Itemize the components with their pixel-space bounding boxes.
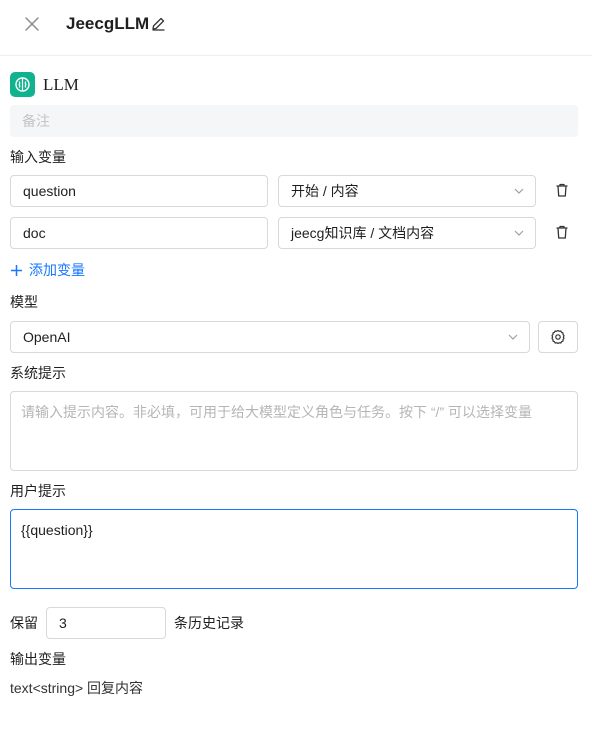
- model-label: 模型: [10, 294, 38, 310]
- input-vars-label: 输入变量: [10, 149, 66, 165]
- brain-icon: [10, 72, 35, 97]
- close-icon[interactable]: [22, 14, 42, 34]
- user-prompt-label: 用户提示: [10, 483, 66, 499]
- node-name-title: JeecgLLM: [66, 14, 150, 33]
- var-source-value: 开始 / 内容: [291, 183, 359, 199]
- output-vars-label: 输出变量: [10, 651, 66, 667]
- remark-input[interactable]: 备注: [10, 105, 578, 137]
- chevron-down-icon: [514, 230, 524, 236]
- var-name-input[interactable]: doc: [10, 217, 268, 249]
- history-prefix-label: 保留: [10, 615, 38, 631]
- system-prompt-textarea[interactable]: 请输入提示内容。非必填，可用于给大模型定义角色与任务。按下 “/” 可以选择变量: [10, 391, 578, 471]
- chevron-down-icon: [508, 334, 518, 340]
- user-prompt-textarea[interactable]: {{question}}: [10, 509, 578, 589]
- edit-icon[interactable]: [151, 16, 166, 31]
- model-value: OpenAI: [23, 329, 71, 345]
- add-variable-label: 添加变量: [29, 262, 85, 278]
- model-select[interactable]: OpenAI: [10, 321, 530, 353]
- add-variable-button[interactable]: 添加变量: [10, 261, 85, 279]
- node-type-label: LLM: [43, 75, 79, 94]
- gear-icon: [551, 329, 565, 345]
- trash-icon[interactable]: [554, 224, 570, 240]
- history-count-input[interactable]: 3: [46, 607, 166, 639]
- model-settings-button[interactable]: [538, 321, 578, 353]
- var-source-select[interactable]: 开始 / 内容: [278, 175, 536, 207]
- trash-icon[interactable]: [554, 182, 570, 198]
- history-suffix-label: 条历史记录: [174, 615, 244, 631]
- output-var-text: text<string> 回复内容: [10, 680, 144, 696]
- var-source-value: jeecg知识库 / 文档内容: [291, 225, 435, 241]
- chevron-down-icon: [514, 188, 524, 194]
- system-prompt-label: 系统提示: [10, 365, 66, 381]
- panel-header: JeecgLLM: [0, 0, 592, 56]
- var-name-input[interactable]: question: [10, 175, 268, 207]
- plus-icon: [11, 264, 22, 276]
- var-source-select[interactable]: jeecg知识库 / 文档内容: [278, 217, 536, 249]
